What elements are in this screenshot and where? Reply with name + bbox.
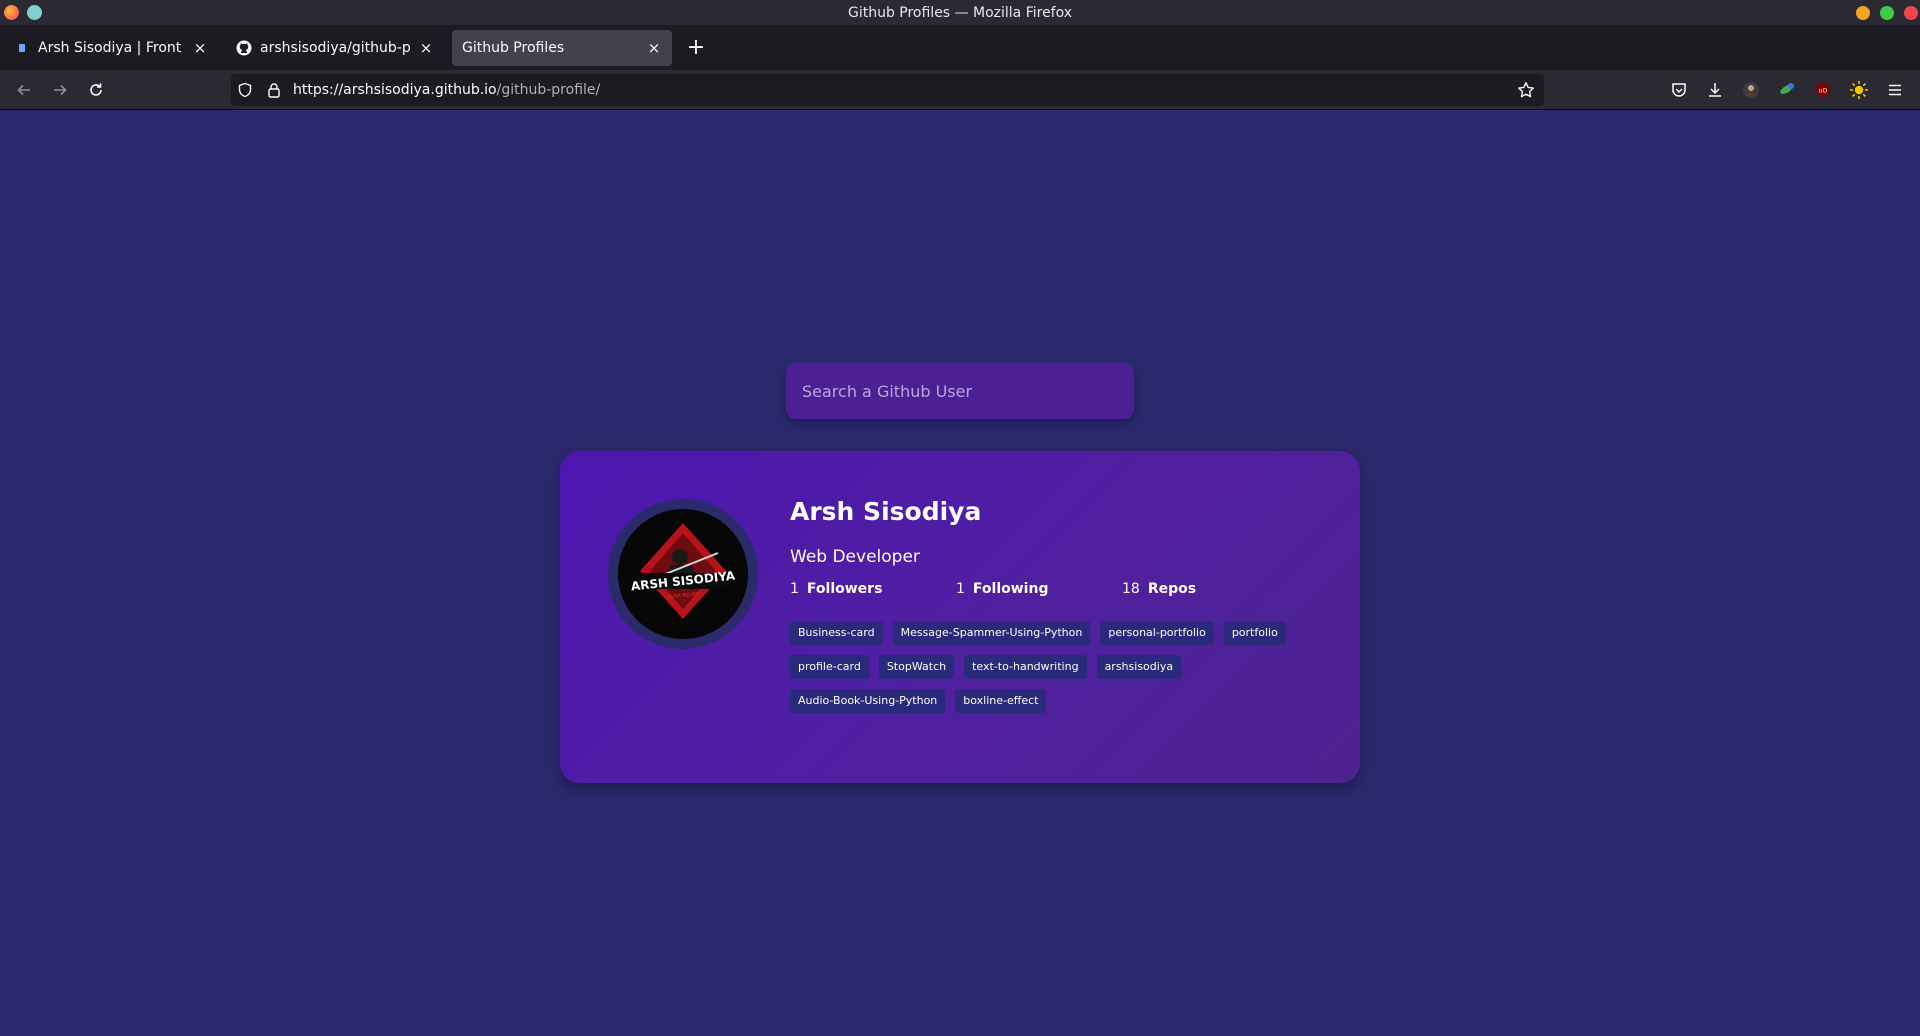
close-window-button[interactable] xyxy=(1904,6,1918,20)
profile-stats: 1 Followers 1 Following 18 Repos xyxy=(790,581,1330,605)
repo-link[interactable]: personal-portfolio xyxy=(1100,621,1214,645)
followers-stat: 1 Followers xyxy=(790,581,882,597)
close-tab-icon[interactable]: × xyxy=(192,39,208,57)
tab-label: Arsh Sisodiya | Front End xyxy=(38,40,186,56)
forward-button[interactable] xyxy=(48,78,72,102)
tab-label: Github Profiles xyxy=(462,40,565,56)
repos-stat: 18 Repos xyxy=(1122,581,1196,597)
pocket-icon[interactable] xyxy=(1668,79,1690,101)
close-tab-icon[interactable]: × xyxy=(418,39,434,57)
profile-bio: Web Developer xyxy=(790,547,920,567)
maximize-button[interactable] xyxy=(1880,6,1894,20)
tracking-protection-shield-icon[interactable] xyxy=(236,81,254,99)
following-label: Following xyxy=(972,581,1049,597)
followers-label: Followers xyxy=(806,581,883,597)
reload-button[interactable] xyxy=(84,78,108,102)
repo-link[interactable]: text-to-handwriting xyxy=(964,655,1087,679)
app-menu-hamburger-icon[interactable] xyxy=(1884,79,1906,101)
repos-label: Repos xyxy=(1147,581,1197,597)
following-count: 1 xyxy=(956,581,965,597)
url-bar[interactable]: https://arshsisodiya.github.io/github-pr… xyxy=(231,74,1544,106)
forward-arrow-icon xyxy=(54,84,67,96)
repo-link[interactable]: arshsisodiya xyxy=(1096,655,1182,679)
followers-count: 1 xyxy=(790,581,799,597)
repo-link[interactable]: StopWatch xyxy=(878,655,955,679)
window-titlebar: Github Profiles — Mozilla Firefox xyxy=(0,0,1920,26)
following-stat: 1 Following xyxy=(956,581,1048,597)
window-controls xyxy=(1856,6,1918,20)
repo-link[interactable]: boxline-effect xyxy=(955,689,1047,713)
reload-icon xyxy=(90,83,102,96)
extension-green-icon[interactable] xyxy=(1776,79,1798,101)
account-avatar-icon[interactable] xyxy=(1740,79,1762,101)
minimize-button[interactable] xyxy=(1856,6,1870,20)
avatar-logo-icon: ARSH SISODIYA TEAM RELIEF xyxy=(618,509,748,639)
tab-strip: Arsh Sisodiya | Front End × arshsisodiya… xyxy=(0,26,1920,70)
dark-reader-sun-icon[interactable] xyxy=(1848,79,1870,101)
repos-count: 18 xyxy=(1122,581,1140,597)
back-button[interactable] xyxy=(12,78,36,102)
url-path: /github-profile/ xyxy=(496,82,601,98)
svg-text:uO: uO xyxy=(1819,88,1828,95)
tab-arsh-portfolio[interactable]: Arsh Sisodiya | Front End × xyxy=(4,30,218,66)
repo-link[interactable]: profile-card xyxy=(790,655,869,679)
tab-github-profiles[interactable]: Github Profiles × xyxy=(452,30,672,66)
navigation-bar: https://arshsisodiya.github.io/github-pr… xyxy=(0,70,1920,110)
tab-label: arshsisodiya/github-profi xyxy=(260,40,412,56)
ublock-origin-icon[interactable]: uO xyxy=(1812,79,1834,101)
repo-link[interactable]: portfolio xyxy=(1223,621,1286,645)
profile-card: ARSH SISODIYA TEAM RELIEF Arsh Sisodiya … xyxy=(560,451,1360,783)
downloads-icon[interactable] xyxy=(1704,79,1726,101)
lock-icon[interactable] xyxy=(265,81,283,99)
repo-link[interactable]: Audio-Book-Using-Python xyxy=(790,689,946,713)
url-host: https://arshsisodiya.github.io xyxy=(293,82,497,98)
search-user-input[interactable] xyxy=(786,363,1134,419)
profile-name: Arsh Sisodiya xyxy=(790,497,982,526)
close-tab-icon[interactable]: × xyxy=(646,39,662,57)
repo-link[interactable]: Business-card xyxy=(790,621,883,645)
bookmark-star-icon[interactable] xyxy=(1517,81,1535,99)
site-favicon-icon xyxy=(14,40,30,56)
page-content: ARSH SISODIYA TEAM RELIEF Arsh Sisodiya … xyxy=(0,111,1920,1036)
github-icon xyxy=(236,40,252,56)
profile-info: Arsh Sisodiya Web Developer 1 Followers 1… xyxy=(790,497,1330,723)
tab-github-repo[interactable]: arshsisodiya/github-profi × xyxy=(226,30,444,66)
avatar-ring: ARSH SISODIYA TEAM RELIEF xyxy=(608,499,758,649)
repo-list: Business-card Message-Spammer-Using-Pyth… xyxy=(790,621,1330,723)
window-title: Github Profiles — Mozilla Firefox xyxy=(847,5,1073,21)
new-tab-button[interactable]: + xyxy=(684,34,708,62)
avatar: ARSH SISODIYA TEAM RELIEF xyxy=(618,509,748,639)
repo-link[interactable]: Message-Spammer-Using-Python xyxy=(892,621,1091,645)
back-arrow-icon xyxy=(17,84,30,96)
url-text[interactable]: https://arshsisodiya.github.io/github-pr… xyxy=(293,82,600,98)
